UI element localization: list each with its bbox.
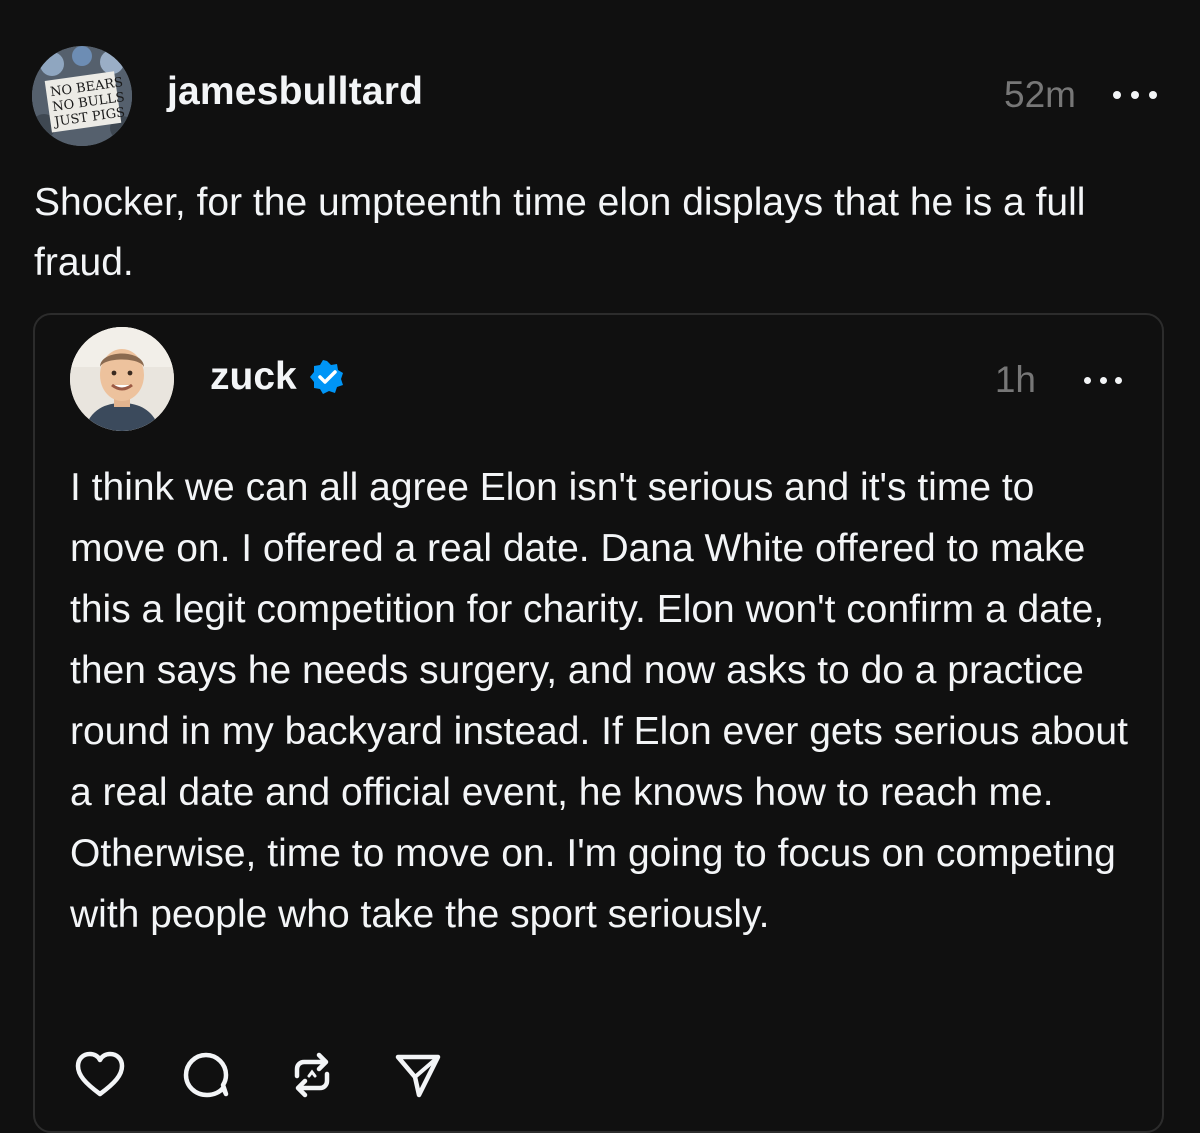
quoted-author-row: zuck [210, 355, 345, 399]
quoted-author-username[interactable]: zuck [210, 355, 297, 399]
like-button[interactable] [70, 1045, 130, 1105]
more-dot [1115, 376, 1122, 384]
share-icon [395, 1054, 441, 1098]
quoted-post-body-text: I think we can all agree Elon isn't seri… [70, 466, 1128, 936]
author-username[interactable]: jamesbulltard [167, 70, 423, 114]
repost-button[interactable] [282, 1045, 342, 1105]
quoted-more-options-icon[interactable] [1084, 365, 1122, 395]
verified-badge-icon [309, 360, 343, 394]
more-dot [1113, 91, 1121, 99]
quoted-author-avatar[interactable] [70, 327, 174, 431]
more-dot [1084, 376, 1091, 384]
post-timestamp: 52m [1004, 74, 1076, 115]
avatar-portrait-image [70, 327, 174, 431]
more-options-icon[interactable] [1113, 80, 1157, 110]
share-button[interactable] [388, 1045, 448, 1105]
more-dot [1149, 91, 1157, 99]
quoted-post-card[interactable]: zuck 1h I think we can all agree Elon is… [33, 313, 1164, 1133]
action-bar [70, 1045, 494, 1105]
post-body-text: Shocker, for the umpteenth time elon dis… [34, 181, 1086, 284]
quoted-post-timestamp: 1h [994, 359, 1036, 400]
repost-icon [294, 1052, 330, 1098]
thread-post: NO BEARS NO BULLS JUST PIGS jamesbulltar… [0, 0, 1200, 1133]
more-dot [1099, 376, 1107, 384]
more-dot [1131, 91, 1139, 99]
avatar-protest-sign-image: NO BEARS NO BULLS JUST PIGS [32, 46, 132, 146]
author-avatar[interactable]: NO BEARS NO BULLS JUST PIGS [32, 46, 132, 146]
heart-icon [75, 1051, 125, 1097]
comment-icon [183, 1052, 229, 1098]
reply-button[interactable] [176, 1045, 236, 1105]
